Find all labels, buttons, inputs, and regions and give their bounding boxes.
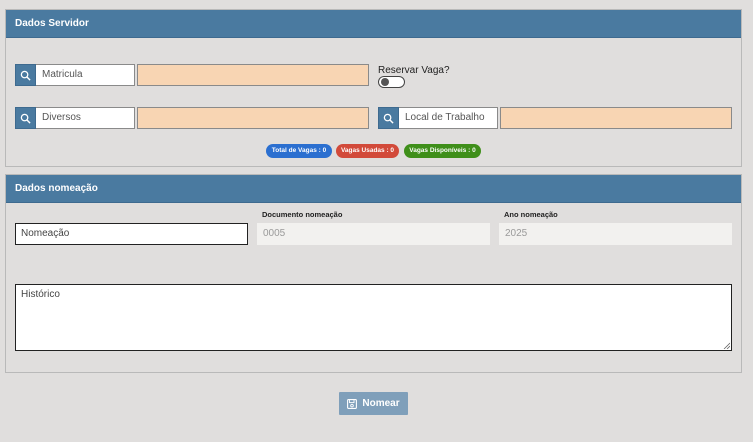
search-icon xyxy=(20,113,31,124)
diversos-result-field[interactable] xyxy=(137,107,369,129)
dados-nomeacao-title: Dados nomeação xyxy=(6,175,741,203)
matricula-search-button[interactable] xyxy=(15,64,36,86)
reservar-vaga-label: Reservar Vaga? xyxy=(378,65,450,76)
local-trabalho-field[interactable]: Local de Trabalho xyxy=(399,107,498,129)
ano-nomeacao-label: Ano nomeação xyxy=(504,210,558,219)
matricula-field[interactable]: Matricula xyxy=(36,64,135,86)
vagas-disponiveis-badge: Vagas Disponíveis : 0 xyxy=(404,144,481,158)
nomear-button-label: Nomear xyxy=(362,398,400,409)
reservar-vaga-toggle[interactable] xyxy=(378,76,405,88)
search-icon xyxy=(20,70,31,81)
total-vagas-badge: Total de Vagas : 0 xyxy=(266,144,332,158)
historico-textarea[interactable]: Histórico xyxy=(15,284,732,351)
nomear-button[interactable]: Nomear xyxy=(339,392,408,415)
nomeacao-input[interactable]: Nomeação xyxy=(15,223,248,245)
ano-nomeacao-field: 2025 xyxy=(499,223,732,245)
save-icon xyxy=(347,398,358,409)
toggle-knob xyxy=(381,78,389,86)
resize-grip-icon[interactable] xyxy=(723,342,730,349)
search-icon xyxy=(383,113,394,124)
diversos-search-button[interactable] xyxy=(15,107,36,129)
documento-nomeacao-label: Documento nomeação xyxy=(262,210,343,219)
documento-nomeacao-field: 0005 xyxy=(257,223,490,245)
matricula-result-field[interactable] xyxy=(137,64,369,86)
diversos-field[interactable]: Diversos xyxy=(36,107,135,129)
local-trabalho-search-button[interactable] xyxy=(378,107,399,129)
dados-servidor-title: Dados Servidor xyxy=(6,10,741,38)
local-trabalho-result-field[interactable] xyxy=(500,107,732,129)
vagas-usadas-badge: Vagas Usadas : 0 xyxy=(336,144,399,158)
historico-placeholder: Histórico xyxy=(21,289,60,300)
